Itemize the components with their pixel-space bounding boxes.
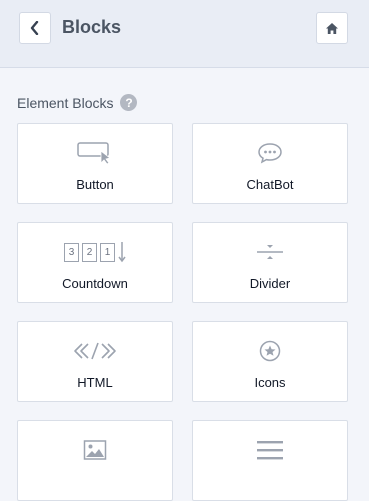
menu-lines-icon bbox=[256, 438, 284, 462]
countdown-digit: 1 bbox=[100, 242, 115, 262]
block-tile-divider[interactable]: Divider bbox=[192, 222, 348, 303]
section-heading: Element Blocks ? bbox=[17, 94, 138, 111]
chevron-left-icon bbox=[30, 21, 39, 35]
block-label: HTML bbox=[77, 375, 113, 390]
header-bar: Blocks bbox=[0, 0, 369, 68]
section-title: Element Blocks bbox=[17, 94, 114, 111]
countdown-digit: 3 bbox=[64, 242, 79, 262]
chat-bubble-icon bbox=[257, 141, 283, 165]
page-title: Blocks bbox=[62, 17, 122, 37]
divider-icon bbox=[255, 240, 285, 264]
countdown-icon: 3 2 1 bbox=[64, 240, 126, 264]
block-tile-icons[interactable]: Icons bbox=[192, 321, 348, 402]
home-icon bbox=[326, 22, 338, 34]
star-circle-icon bbox=[258, 339, 282, 363]
help-icon[interactable]: ? bbox=[120, 94, 138, 111]
block-label: Countdown bbox=[62, 276, 128, 291]
block-label: Divider bbox=[249, 276, 291, 291]
block-label: Button bbox=[76, 177, 114, 192]
block-tile-image[interactable] bbox=[17, 420, 173, 501]
block-label: ChatBot bbox=[246, 177, 294, 192]
block-tile-button[interactable]: Button bbox=[17, 123, 173, 204]
image-icon bbox=[83, 438, 107, 462]
block-tile-menu[interactable] bbox=[192, 420, 348, 501]
arrow-down-icon bbox=[118, 242, 126, 263]
home-button[interactable] bbox=[316, 12, 348, 44]
block-label: Icons bbox=[254, 375, 286, 390]
code-icon bbox=[73, 339, 117, 363]
block-tile-chatbot[interactable]: ChatBot bbox=[192, 123, 348, 204]
block-tile-html[interactable]: HTML bbox=[17, 321, 173, 402]
back-button[interactable] bbox=[19, 12, 51, 44]
block-tile-countdown[interactable]: 3 2 1 Countdown bbox=[17, 222, 173, 303]
countdown-digit: 2 bbox=[82, 242, 97, 262]
button-cursor-icon bbox=[77, 141, 113, 165]
